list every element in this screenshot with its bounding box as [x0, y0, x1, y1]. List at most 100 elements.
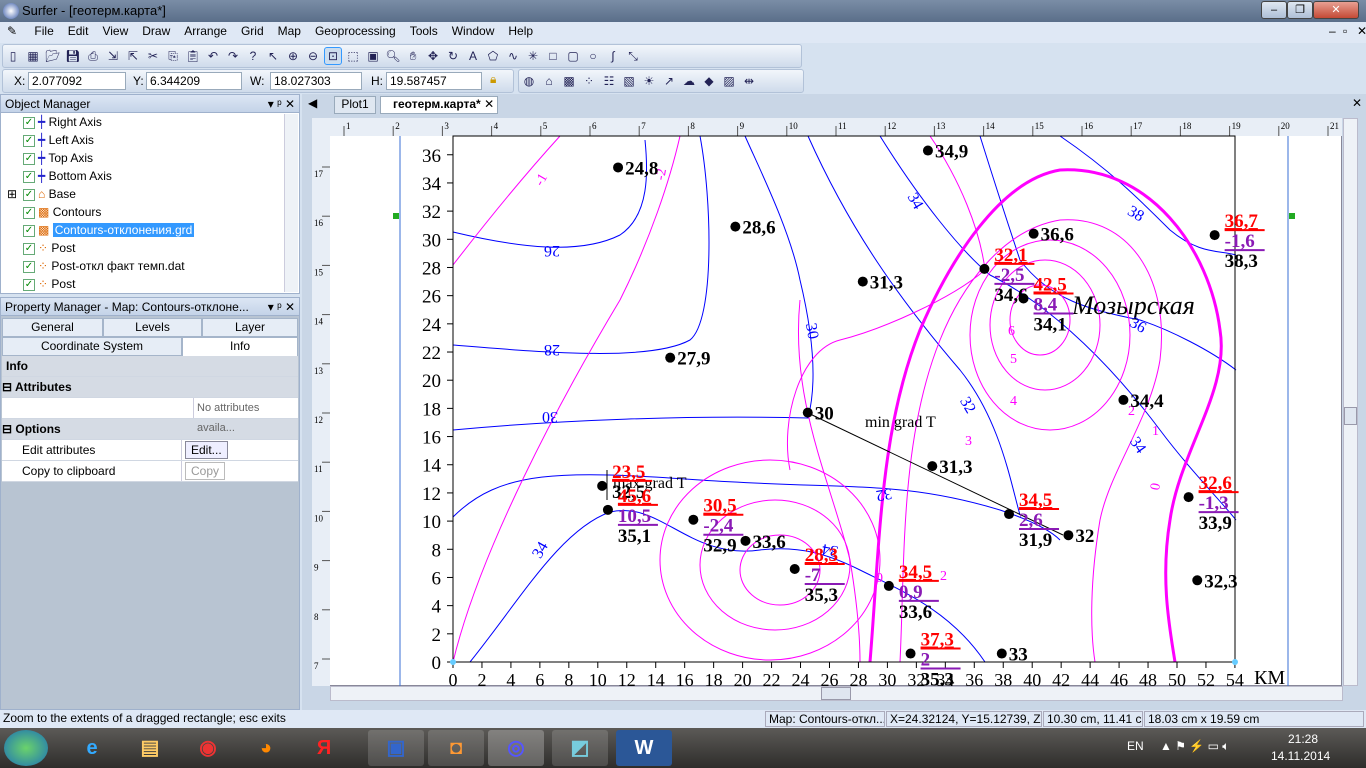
undo-icon[interactable]: ↶: [205, 48, 221, 64]
image-map-icon[interactable]: ▧: [621, 73, 637, 89]
shaded-relief-icon[interactable]: ☀: [641, 73, 657, 89]
tab-coordinate-system[interactable]: Coordinate System: [2, 337, 182, 356]
y-position-field[interactable]: 6.344209: [146, 72, 242, 90]
menu-draw[interactable]: Draw: [135, 22, 177, 40]
visibility-checkbox[interactable]: ✓: [23, 170, 35, 183]
actual-size-icon[interactable]: ▣: [365, 48, 381, 64]
well[interactable]: 31,3: [857, 273, 903, 294]
well[interactable]: 32: [1063, 526, 1094, 547]
redo-icon[interactable]: ↷: [225, 48, 241, 64]
tree-item[interactable]: ✓ ┿ Right Axis: [23, 113, 299, 131]
menu-map[interactable]: Map: [271, 22, 308, 40]
copy-icon[interactable]: ⎘: [165, 48, 181, 64]
export-icon[interactable]: ⇱: [125, 48, 141, 64]
menu-window[interactable]: Window: [445, 22, 502, 40]
open-icon[interactable]: 📂︎: [45, 48, 61, 64]
save-icon[interactable]: 💾︎: [65, 48, 81, 64]
new-plot-icon[interactable]: ▯: [5, 48, 21, 64]
visibility-checkbox[interactable]: ✓: [23, 134, 35, 147]
menu-grid[interactable]: Grid: [234, 22, 271, 40]
height-field[interactable]: 19.587457: [386, 72, 482, 90]
visibility-checkbox[interactable]: ✓: [23, 188, 35, 201]
well[interactable]: 31,3: [927, 457, 973, 478]
menu-tools[interactable]: Tools: [403, 22, 445, 40]
tree-item[interactable]: ✓ ⁘ Post-откл факт темп.dat: [23, 257, 299, 275]
start-button[interactable]: [4, 730, 48, 766]
watershed-icon[interactable]: ◆: [701, 73, 717, 89]
polyline-icon[interactable]: ∿: [505, 48, 521, 64]
classed-post-icon[interactable]: ☷: [601, 73, 617, 89]
attributes-group[interactable]: ⊟ Attributes: [2, 377, 298, 398]
well[interactable]: 36,6: [1028, 225, 1074, 246]
visibility-checkbox[interactable]: ✓: [23, 206, 35, 219]
tree-item[interactable]: ✓ ┿ Top Axis: [23, 149, 299, 167]
close-button[interactable]: ✕: [1313, 1, 1359, 19]
well[interactable]: 34,52,631,9: [1004, 490, 1060, 551]
word-app-icon[interactable]: W: [616, 730, 672, 766]
close-document-icon[interactable]: ✕: [1352, 96, 1362, 110]
zoom-out-icon[interactable]: ⊖: [305, 48, 321, 64]
horizontal-scrollbar[interactable]: [330, 686, 1343, 701]
visibility-checkbox[interactable]: ✓: [23, 116, 35, 129]
rectangle-icon[interactable]: □: [545, 48, 561, 64]
zoom-in-icon[interactable]: ⊕: [285, 48, 301, 64]
visibility-checkbox[interactable]: ✓: [23, 224, 35, 237]
cut-icon[interactable]: ✂: [145, 48, 161, 64]
surfer-app-icon[interactable]: ◎: [488, 730, 544, 766]
map-canvas[interactable]: 1 2 3 4 5 6 7 8 9 10 11 12 13 14 15 16 17 18 19 20 211716151…: [312, 118, 1342, 686]
well[interactable]: 36,7-1,638,3: [1209, 211, 1265, 272]
close-tab-icon[interactable]: ✕: [484, 97, 494, 111]
well[interactable]: 34,4: [1118, 391, 1164, 412]
menu-view[interactable]: View: [95, 22, 135, 40]
rounded-rectangle-icon[interactable]: ▢: [565, 48, 581, 64]
doc-tab-geoterm[interactable]: геотерм.карта* ✕: [380, 96, 498, 114]
well[interactable]: 32,3: [1192, 571, 1238, 592]
x-position-field[interactable]: 2.077092: [28, 72, 126, 90]
visibility-checkbox[interactable]: ✓: [23, 152, 35, 165]
paste-icon[interactable]: 📋︎: [185, 48, 201, 64]
fit-window-icon[interactable]: ✥: [425, 48, 441, 64]
visibility-checkbox[interactable]: ✓: [23, 278, 35, 291]
menu-arrange[interactable]: Arrange: [177, 22, 234, 40]
zoom-page-icon[interactable]: 🔍︎: [385, 48, 401, 64]
tab-general[interactable]: General: [2, 318, 103, 337]
well[interactable]: 24,8: [613, 158, 658, 179]
yandex-browser-icon[interactable]: Я: [296, 730, 352, 766]
clock-time[interactable]: 21:28: [1288, 732, 1318, 746]
well[interactable]: 34,50,933,6: [883, 562, 939, 623]
maximize-button[interactable]: ❐: [1287, 1, 1313, 19]
doc-tab-plot1[interactable]: Plot1: [334, 96, 376, 114]
edit-attributes-button[interactable]: Edit...: [185, 441, 228, 459]
wireframe-icon[interactable]: ☁: [681, 73, 697, 89]
menu-geoprocessing[interactable]: Geoprocessing: [308, 22, 403, 40]
minimize-button[interactable]: ‒: [1261, 1, 1287, 19]
help-icon[interactable]: ?: [245, 48, 261, 64]
text-icon[interactable]: A: [465, 48, 481, 64]
expand-icon[interactable]: ⊞: [7, 185, 23, 203]
polygon-icon[interactable]: ⬠: [485, 48, 501, 64]
menu-file[interactable]: File: [27, 22, 60, 40]
post-map-icon[interactable]: ⁘: [581, 73, 597, 89]
object-manager-scrollbar[interactable]: [284, 114, 298, 292]
print-icon[interactable]: ⎙: [85, 48, 101, 64]
symbol-icon[interactable]: ✳: [525, 48, 541, 64]
tray-icons[interactable]: ▲ ⚑ ⚡ ▭ 🔈︎: [1160, 739, 1229, 754]
tab-info[interactable]: Info: [182, 337, 298, 356]
panel-controls[interactable]: ▾ ᵖ ✕: [268, 97, 295, 111]
lock-aspect-icon[interactable]: 🔒︎: [490, 72, 496, 87]
vector-map-icon[interactable]: ↗: [661, 73, 677, 89]
new-3d-surface-icon[interactable]: ◍: [521, 73, 537, 89]
well[interactable]: 28,6: [730, 218, 776, 239]
vertical-scrollbar[interactable]: [1343, 118, 1358, 686]
redraw-icon[interactable]: ↻: [445, 48, 461, 64]
new-worksheet-icon[interactable]: ▦: [25, 48, 41, 64]
language-indicator[interactable]: EN: [1127, 739, 1144, 753]
well[interactable]: 34,9: [922, 142, 968, 163]
internet-explorer-icon[interactable]: e: [64, 730, 120, 766]
options-group[interactable]: ⊟ Options: [2, 419, 298, 440]
ellipse-icon[interactable]: ○: [585, 48, 601, 64]
zoom-rectangle-icon[interactable]: ⊡: [324, 47, 342, 65]
image-icon[interactable]: ▨: [721, 73, 737, 89]
chrome-icon[interactable]: ◉: [180, 730, 236, 766]
spline-icon[interactable]: ∫: [605, 48, 621, 64]
